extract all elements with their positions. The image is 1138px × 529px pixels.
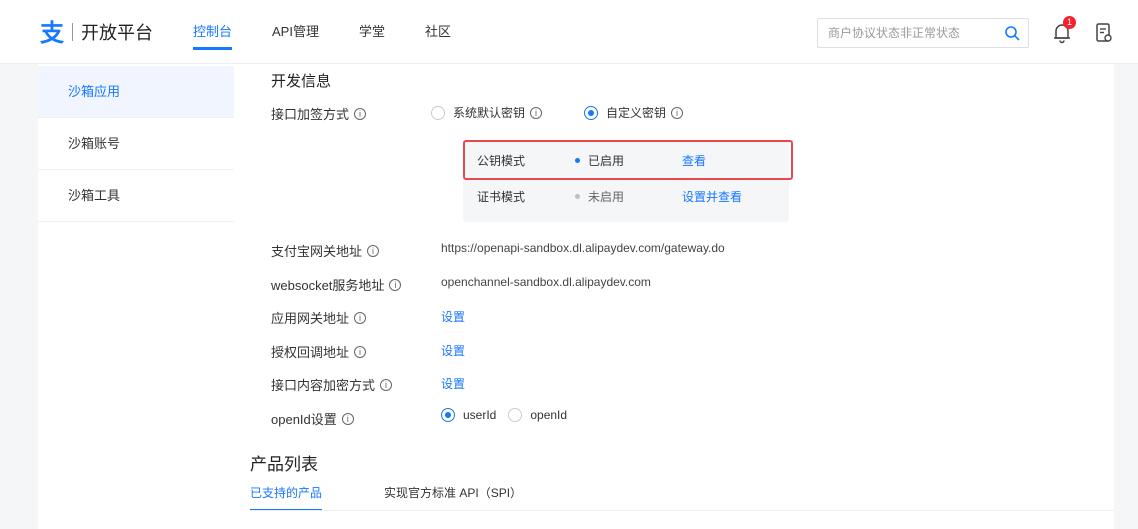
logo-text: 开放平台 <box>81 23 153 43</box>
section-title-products: 产品列表 <box>250 455 318 474</box>
key-mode-row-cert: 证书模式 未启用 设置并查看 <box>463 178 789 214</box>
info-icon[interactable]: i <box>367 244 380 257</box>
svg-text:支: 支 <box>40 19 65 46</box>
info-icon[interactable]: i <box>530 106 543 119</box>
nav-academy[interactable]: 学堂 <box>359 0 385 64</box>
search-icon[interactable] <box>1004 25 1020 41</box>
nav-api-management[interactable]: API管理 <box>272 0 319 64</box>
info-icon[interactable]: i <box>354 345 367 358</box>
info-icon[interactable]: i <box>341 412 354 425</box>
logo[interactable]: 支 开放平台 <box>38 18 153 47</box>
alipay-logo-icon: 支 <box>38 18 66 47</box>
sign-method-label: 接口加签方式 i <box>271 104 367 123</box>
tabs-divider <box>250 510 1114 511</box>
top-bar: 支 开放平台 控制台 API管理 学堂 社区 1 <box>0 0 1138 64</box>
set-cert-link[interactable]: 设置并查看 <box>682 188 742 205</box>
info-icon[interactable]: i <box>354 311 367 324</box>
encrypt-label: 接口内容加密方式 i <box>271 375 393 394</box>
radio-circle-selected[interactable] <box>584 105 599 120</box>
openid-label: openId设置 i <box>271 409 354 428</box>
auth-callback-set-link[interactable]: 设置 <box>441 342 465 359</box>
websocket-label: websocket服务地址 i <box>271 275 402 294</box>
nav-community[interactable]: 社区 <box>425 0 451 64</box>
search-box <box>817 18 1029 48</box>
radio-circle[interactable] <box>508 408 523 422</box>
radio-userid[interactable]: userId <box>441 408 496 422</box>
highlight-box <box>463 140 793 180</box>
main-content: 开发信息 接口加签方式 i 系统默认密钥 i 自定义密钥 i 公钥模式 已启用 查看 … <box>234 64 1114 529</box>
section-title-dev-info: 开发信息 <box>271 73 332 90</box>
info-icon[interactable]: i <box>671 106 684 119</box>
nav-console[interactable]: 控制台 <box>193 0 233 64</box>
logo-divider <box>72 23 73 41</box>
radio-custom-key[interactable]: 自定义密钥 i <box>584 104 684 121</box>
app-gateway-set-link[interactable]: 设置 <box>441 308 465 325</box>
radio-openid[interactable]: openId <box>508 408 567 422</box>
status-dot <box>575 193 580 199</box>
sidebar: 沙箱应用 沙箱账号 沙箱工具 <box>38 64 234 529</box>
gateway-value: https://openapi-sandbox.dl.alipaydev.com… <box>441 241 725 255</box>
notification-badge: 1 <box>1063 16 1076 29</box>
key-mode-name: 证书模式 <box>477 189 526 204</box>
sign-method-radios: 系统默认密钥 i 自定义密钥 i <box>431 104 725 121</box>
info-icon[interactable]: i <box>389 278 402 291</box>
document-icon[interactable] <box>1094 22 1114 44</box>
radio-circle[interactable] <box>431 105 445 120</box>
tab-spi[interactable]: 实现官方标准 API（SPI） <box>384 484 522 511</box>
encrypt-set-link[interactable]: 设置 <box>441 375 465 392</box>
sidebar-item-sandbox-account[interactable]: 沙箱账号 <box>38 118 234 170</box>
sidebar-item-sandbox-app[interactable]: 沙箱应用 <box>38 66 234 118</box>
websocket-value: openchannel-sandbox.dl.alipaydev.com <box>441 275 651 289</box>
main-nav: 控制台 API管理 学堂 社区 <box>193 0 491 64</box>
product-tabs: 已支持的产品 实现官方标准 API（SPI） <box>250 484 584 511</box>
info-icon[interactable]: i <box>354 107 367 120</box>
info-icon[interactable]: i <box>380 378 393 391</box>
auth-callback-label: 授权回调地址 i <box>271 342 367 361</box>
app-gateway-label: 应用网关地址 i <box>271 308 367 327</box>
tab-supported-products[interactable]: 已支持的产品 <box>250 484 323 511</box>
status-disabled: 未启用 <box>575 188 624 205</box>
search-input[interactable] <box>818 19 998 47</box>
radio-default-key[interactable]: 系统默认密钥 i <box>431 104 543 121</box>
openid-radios: userId openId <box>441 408 609 422</box>
sidebar-item-sandbox-tools[interactable]: 沙箱工具 <box>38 170 234 222</box>
radio-circle-selected[interactable] <box>441 408 455 422</box>
gateway-label: 支付宝网关地址 i <box>271 241 380 260</box>
